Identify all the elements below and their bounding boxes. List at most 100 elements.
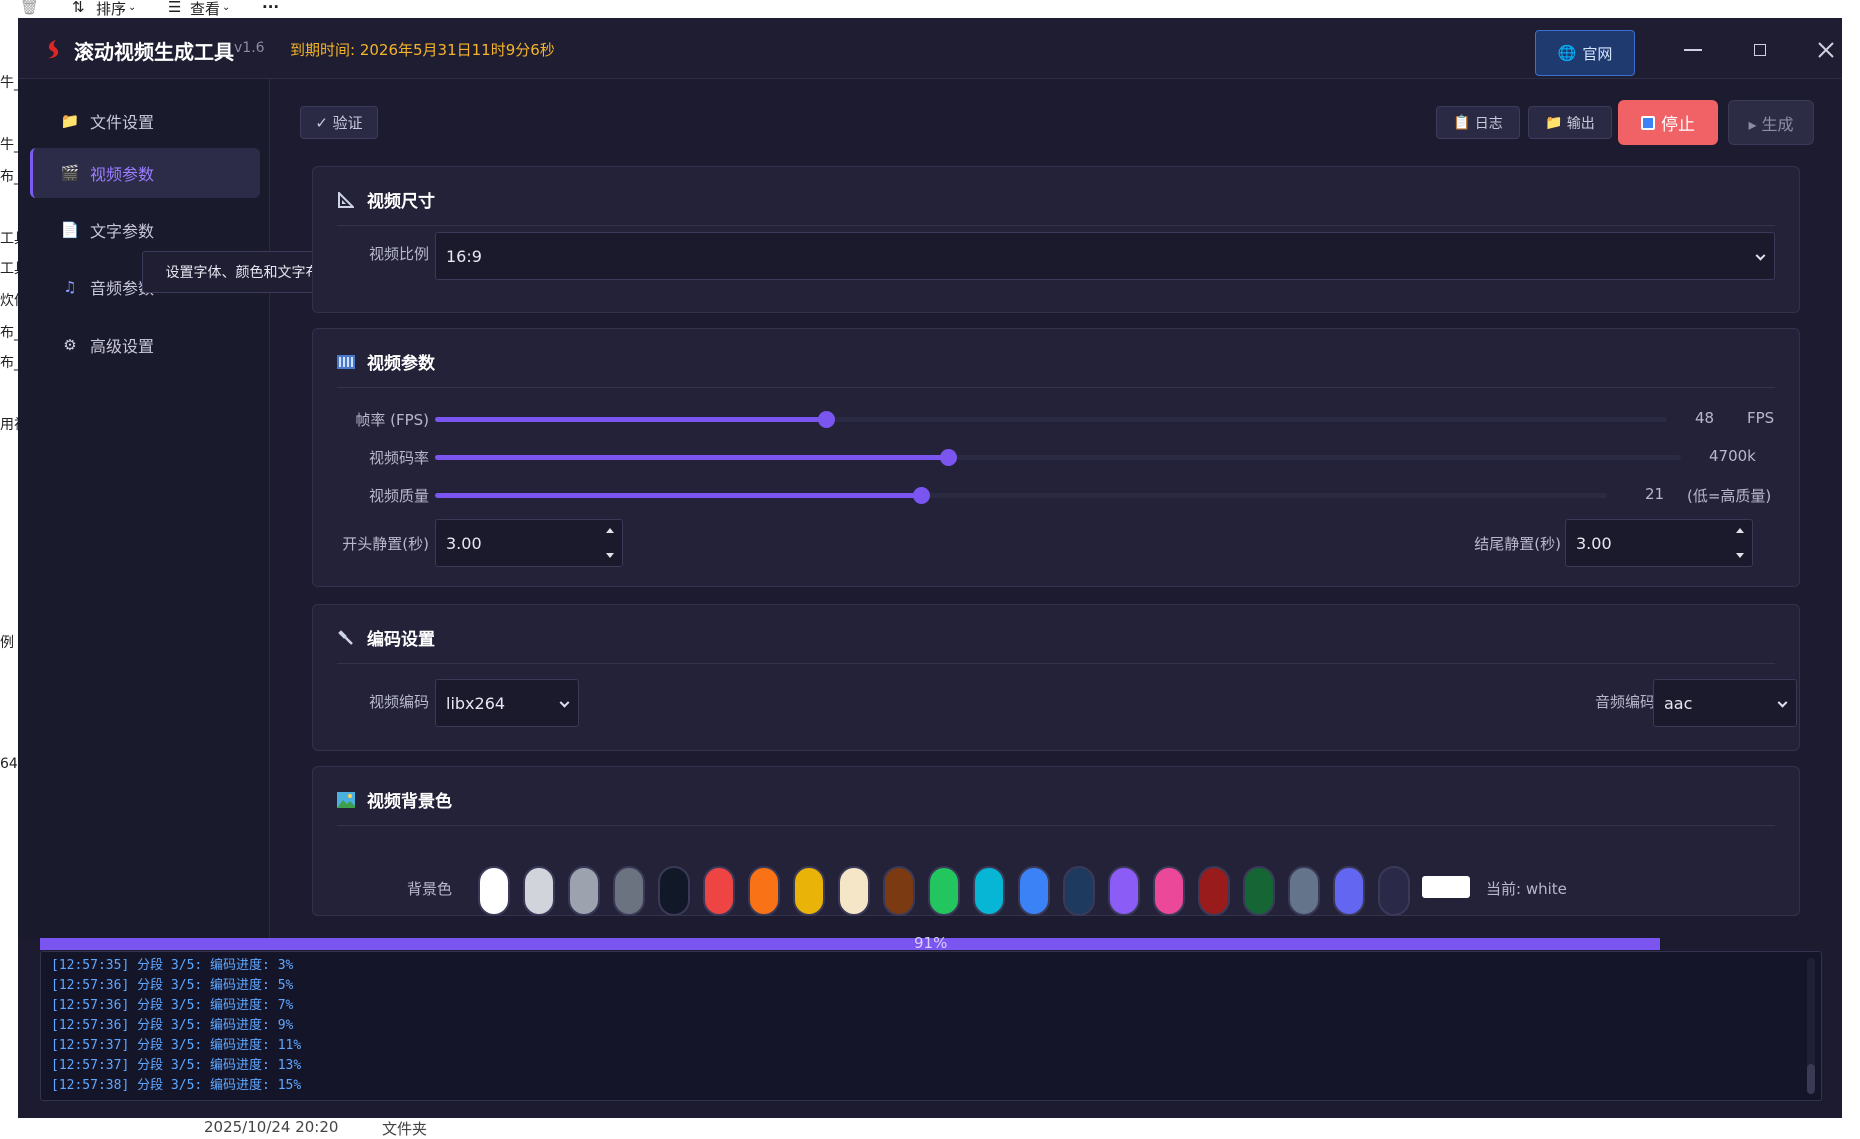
close-button[interactable] xyxy=(1804,30,1842,70)
color-swatch[interactable] xyxy=(478,866,510,916)
color-swatch[interactable] xyxy=(1288,866,1320,916)
quality-slider-thumb[interactable] xyxy=(913,487,931,504)
sidebar-item-advanced-settings[interactable]: ⚙ 高级设置 xyxy=(30,320,260,370)
color-swatch[interactable] xyxy=(1378,866,1410,916)
file-fragment: 布_ xyxy=(0,325,18,341)
chevron-down-icon[interactable] xyxy=(559,697,570,708)
quality-slider-fill xyxy=(435,493,922,498)
folder-icon: 📁 xyxy=(1545,114,1563,131)
card-title-text: 视频背景色 xyxy=(367,792,452,812)
output-button[interactable]: 📁 输出 xyxy=(1528,106,1612,139)
file-fragment: 炊件 xyxy=(0,293,18,309)
divider xyxy=(337,225,1775,226)
chevron-down-icon xyxy=(1755,250,1766,261)
fps-unit: FPS xyxy=(1747,409,1775,427)
end-pause-spinbox[interactable]: 3.00 xyxy=(1565,519,1753,567)
verify-button[interactable]: ✓ 验证 xyxy=(300,106,378,139)
audio-codec-label: 音频编码 xyxy=(1594,693,1655,711)
file-fragment: 例 xyxy=(0,635,14,651)
divider xyxy=(337,825,1775,826)
color-swatch[interactable] xyxy=(748,866,780,916)
color-swatch[interactable] xyxy=(928,866,960,916)
file-fragment: 工具 xyxy=(0,261,18,277)
color-swatch[interactable] xyxy=(1333,866,1365,916)
spin-up-icon[interactable] xyxy=(606,528,614,533)
sidebar-item-label: 文件设置 xyxy=(90,113,155,132)
color-swatch[interactable] xyxy=(703,866,735,916)
color-swatch[interactable] xyxy=(1018,866,1050,916)
color-swatch[interactable] xyxy=(1243,866,1275,916)
more-button[interactable]: ··· xyxy=(262,0,279,16)
file-fragment: 布_ xyxy=(0,355,18,371)
audio-codec-value: aac xyxy=(1664,693,1693,713)
color-swatch[interactable] xyxy=(973,866,1005,916)
card-title: 视频参数 xyxy=(337,349,435,374)
website-button[interactable]: 🌐 官网 xyxy=(1535,30,1635,76)
fps-label: 帧率 (FPS) xyxy=(355,411,429,429)
color-swatch[interactable] xyxy=(838,866,870,916)
log-button[interactable]: 📋 日志 xyxy=(1436,106,1520,139)
sidebar-item-label: 文字参数 xyxy=(90,222,155,241)
spin-down-icon[interactable] xyxy=(606,553,614,558)
color-swatch[interactable] xyxy=(523,866,555,916)
audio-codec-select[interactable]: aac xyxy=(1653,679,1797,727)
app-title: 滚动视频生成工具 xyxy=(74,40,234,64)
sort-button[interactable]: 排序 xyxy=(96,0,126,19)
sidebar-item-file-settings[interactable]: 📁 文件设置 xyxy=(30,96,260,146)
close-icon xyxy=(1818,42,1834,58)
stop-button[interactable]: 停止 xyxy=(1618,100,1718,145)
card-title: 视频背景色 xyxy=(337,787,452,812)
file-type: 文件夹 xyxy=(382,1120,428,1138)
file-date: 2025/10/24 20:20 xyxy=(204,1118,339,1136)
fps-slider-thumb[interactable] xyxy=(817,411,835,428)
color-swatch[interactable] xyxy=(1153,866,1185,916)
color-swatch[interactable] xyxy=(658,866,690,916)
video-codec-label: 视频编码 xyxy=(368,693,429,711)
color-swatch[interactable] xyxy=(1108,866,1140,916)
maximize-button[interactable] xyxy=(1738,30,1782,70)
ruler-triangle-icon xyxy=(337,191,355,209)
sidebar: 📁 文件设置 🎬 视频参数 📄 文字参数 ♫ 音频参数 ⚙ 高级设置 xyxy=(18,79,270,939)
minimize-button[interactable] xyxy=(1671,30,1715,70)
card-title-text: 视频尺寸 xyxy=(367,192,435,212)
view-button[interactable]: 查看 xyxy=(190,0,220,19)
ratio-select[interactable]: 16:9 xyxy=(435,232,1775,280)
view-icon: ☰ xyxy=(168,0,182,16)
sidebar-item-text-params[interactable]: 📄 文字参数 xyxy=(30,205,260,255)
log-line: [12:57:37] 分段 3/5: 编码进度: 11% xyxy=(51,1038,302,1053)
expiry-text: 到期时间: 2026年5月31日11时9分6秒 xyxy=(290,41,555,59)
notepad-icon: 📋 xyxy=(1453,114,1471,131)
log-panel[interactable]: [12:57:35] 分段 3/5: 编码进度: 3% [12:57:36] 分… xyxy=(40,951,1822,1101)
background-color-label: 背景色 xyxy=(406,880,452,898)
color-swatch[interactable] xyxy=(1198,866,1230,916)
bitrate-slider-thumb[interactable] xyxy=(940,449,958,466)
quality-unit: (低=高质量) xyxy=(1687,487,1772,505)
color-swatch[interactable] xyxy=(1063,866,1095,916)
trash-icon[interactable]: 🗑 xyxy=(20,0,39,16)
title-bar[interactable]: 滚动视频生成工具 v1.6 到期时间: 2026年5月31日11时9分6秒 🌐 … xyxy=(18,18,1842,79)
wrench-icon xyxy=(337,629,355,647)
end-pause-value: 3.00 xyxy=(1576,533,1612,553)
picture-icon xyxy=(337,791,355,809)
spin-up-icon[interactable] xyxy=(1736,528,1744,533)
file-fragment: 布_ xyxy=(0,169,18,185)
chevron-down-icon[interactable] xyxy=(1777,697,1788,708)
fps-slider[interactable] xyxy=(435,411,1667,428)
video-size-card: 视频尺寸 视频比例 16:9 xyxy=(312,166,1800,313)
color-swatch[interactable] xyxy=(613,866,645,916)
spin-down-icon[interactable] xyxy=(1736,553,1744,558)
start-pause-spinbox[interactable]: 3.00 xyxy=(435,519,623,567)
color-swatch[interactable] xyxy=(883,866,915,916)
log-scrollbar-thumb[interactable] xyxy=(1807,1064,1815,1094)
card-title: 视频尺寸 xyxy=(337,187,435,212)
sidebar-item-video-params[interactable]: 🎬 视频参数 xyxy=(30,148,260,198)
video-codec-select[interactable]: libx264 xyxy=(435,679,579,727)
quality-slider[interactable] xyxy=(435,487,1607,504)
color-swatch[interactable] xyxy=(568,866,600,916)
log-line: [12:57:36] 分段 3/5: 编码进度: 7% xyxy=(51,998,294,1013)
video-codec-value: libx264 xyxy=(446,693,506,713)
film-icon xyxy=(337,353,355,371)
bitrate-slider[interactable] xyxy=(435,449,1681,466)
generate-button[interactable]: ▸ 生成 xyxy=(1728,100,1814,145)
color-swatch[interactable] xyxy=(793,866,825,916)
